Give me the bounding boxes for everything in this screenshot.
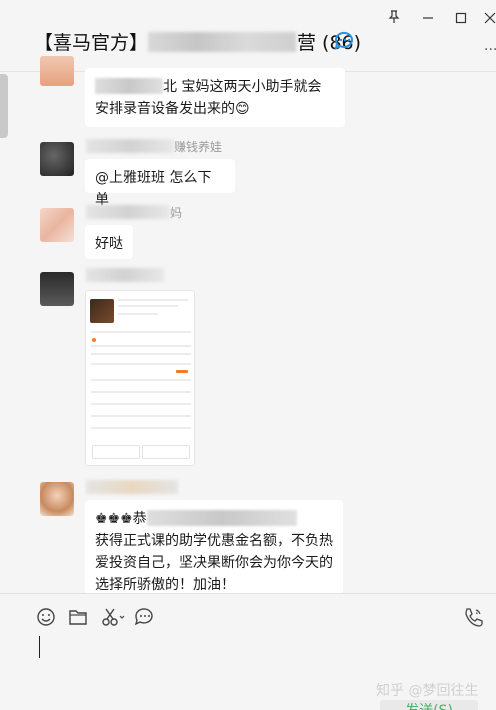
title-bar: 【喜马官方】营(86) ··· [0, 0, 496, 72]
maximize-button[interactable] [451, 10, 471, 30]
sender-nickname [86, 268, 164, 283]
image-thumbnail [90, 299, 114, 323]
minimize-button[interactable] [418, 10, 438, 30]
chat-title-tail: 营 [297, 32, 317, 54]
avatar[interactable] [40, 482, 74, 516]
close-button[interactable] [480, 10, 496, 30]
sender-nickname [86, 480, 178, 495]
message-text: ♚♚♚恭 [95, 511, 147, 527]
message-text: 北 宝妈这两天小助手就会 [163, 79, 322, 95]
smile-emoji: 😊 [235, 101, 250, 117]
redacted-text [146, 510, 297, 526]
message-text: @上雅班班 怎么下单 [95, 170, 212, 208]
message-bubble[interactable]: 北 宝妈这两天小助手就会 安排录音设备发出来的😊 [85, 68, 345, 127]
chat-history-icon[interactable] [133, 606, 155, 628]
screenshot-scissors-icon[interactable] [100, 606, 126, 628]
redacted-group-name [148, 32, 297, 52]
message-bubble[interactable]: @上雅班班 怎么下单 [85, 159, 235, 208]
order-screenshot-image[interactable] [85, 290, 195, 466]
pin-icon[interactable] [384, 10, 404, 30]
message-text: 好哒 [95, 236, 123, 252]
sender-nickname: 赚钱养娃 [86, 138, 222, 155]
avatar[interactable] [40, 272, 74, 306]
input-area: 知乎 @梦回往生 发送(S) [0, 593, 496, 710]
call-icon[interactable] [462, 606, 484, 628]
more-options-icon[interactable]: ··· [484, 42, 496, 58]
message-text: 选择所骄傲的！加油！ [95, 577, 235, 593]
redacted-text [95, 78, 163, 94]
folder-icon[interactable] [67, 606, 89, 628]
watermark: 知乎 @梦回往生 [376, 683, 479, 699]
emoji-icon[interactable] [35, 606, 57, 628]
message-input[interactable] [39, 636, 40, 658]
message-text: 获得正式课的助学优惠金名额，不负热 [95, 533, 333, 549]
chat-title: 【喜马官方】营 (86) [34, 28, 361, 55]
message-bubble[interactable]: 好哒 [85, 225, 133, 259]
scrollbar-thumb[interactable] [0, 74, 8, 138]
chat-window: 【喜马官方】营(86) ··· 北 宝妈这两天小助手就会 安排录音设备发出来的😊… [0, 0, 496, 710]
group-chat-icon[interactable] [333, 31, 355, 51]
send-button[interactable]: 发送(S) [380, 700, 478, 710]
avatar[interactable] [40, 142, 74, 176]
sender-nickname: 妈 [86, 204, 182, 221]
message-text: 爱投资自己，坚决果断你会为你今天的 [95, 555, 333, 571]
message-bubble[interactable]: ♚♚♚恭 获得正式课的助学优惠金名额，不负热 爱投资自己，坚决果断你会为你今天的… [85, 500, 343, 594]
message-text: 安排录音设备发出来的 [95, 101, 235, 117]
avatar[interactable] [40, 56, 74, 86]
avatar[interactable] [40, 208, 74, 242]
chat-title-prefix: 【喜马官方】 [34, 32, 149, 54]
